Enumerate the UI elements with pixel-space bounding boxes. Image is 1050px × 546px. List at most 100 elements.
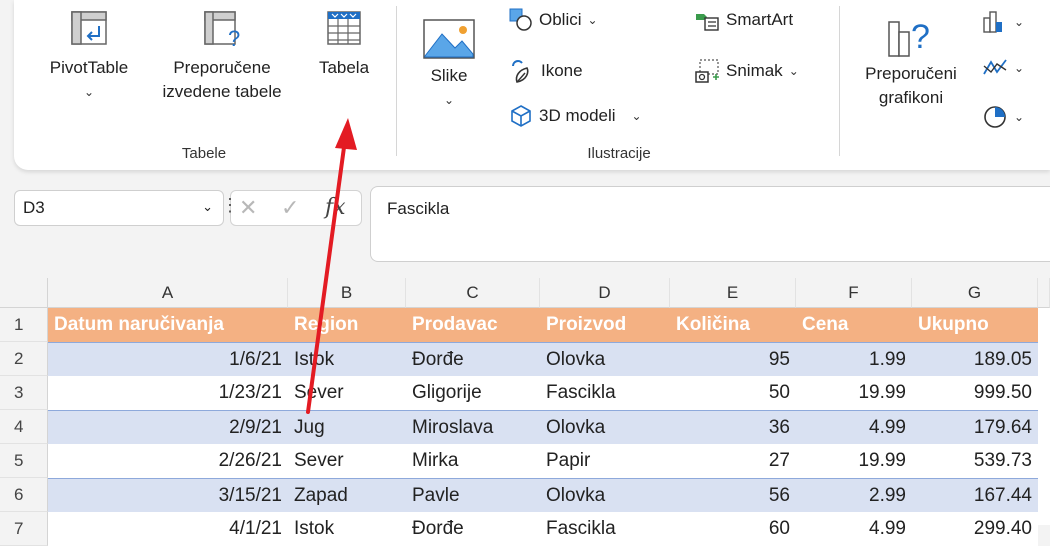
name-box[interactable]: D3 ⌄ — [14, 190, 224, 226]
table-cell[interactable]: 1/6/21 — [48, 343, 288, 377]
recommended-charts-label-2: grafikoni — [878, 88, 944, 107]
table-cell[interactable]: 179.64 — [912, 411, 1038, 445]
table-header-cell[interactable]: Cena — [796, 308, 912, 342]
3d-models-button[interactable]: 3D modeli ⌄ — [509, 104, 642, 128]
column-chart-button[interactable]: ⌄ — [982, 10, 1024, 34]
table-row: 2/9/21 Jug Miroslava Olovka 36 4.99 179.… — [48, 410, 1038, 446]
recommended-charts-label-1: Preporučeni — [865, 64, 957, 83]
table-cell[interactable]: 2.99 — [796, 479, 912, 513]
table-cell[interactable]: 4.99 — [796, 512, 912, 546]
table-cell[interactable]: 299.40 — [912, 512, 1038, 546]
column-header-f[interactable]: F — [796, 278, 912, 308]
chevron-down-icon: ⌄ — [788, 64, 799, 78]
row-header[interactable]: 3 — [0, 376, 48, 410]
column-header-next[interactable] — [1038, 278, 1050, 308]
pictures-button[interactable]: Slike ⌄ — [409, 16, 489, 112]
table-cell[interactable]: 167.44 — [912, 479, 1038, 513]
column-header-e[interactable]: E — [670, 278, 796, 308]
table-cell[interactable]: 36 — [670, 411, 796, 445]
table-cell[interactable]: Olovka — [540, 343, 670, 377]
icons-label: Ikone — [541, 61, 583, 80]
select-all-corner[interactable] — [0, 278, 48, 308]
table-cell[interactable]: Đorđe — [406, 512, 540, 546]
recommended-charts-button[interactable]: ? Preporučeni grafikoni — [856, 14, 966, 110]
table-cell[interactable]: Gligorije — [406, 376, 540, 410]
table-row: 2/26/21 Sever Mirka Papir 27 19.99 539.7… — [48, 444, 1038, 478]
enter-icon[interactable]: ✓ — [281, 195, 299, 221]
row-header[interactable]: 5 — [0, 444, 48, 478]
table-cell[interactable]: 95 — [670, 343, 796, 377]
table-cell[interactable]: 2/26/21 — [48, 444, 288, 478]
row-header[interactable]: 1 — [0, 308, 48, 342]
table-cell[interactable]: Zapad — [288, 479, 406, 513]
table-row: 1/6/21 Istok Đorđe Olovka 95 1.99 189.05 — [48, 342, 1038, 378]
table-header-cell[interactable]: Datum naručivanja — [48, 308, 288, 342]
table-cell[interactable]: 539.73 — [912, 444, 1038, 478]
table-cell[interactable]: 19.99 — [796, 376, 912, 410]
table-cell[interactable]: 50 — [670, 376, 796, 410]
more-options-icon[interactable]: ⋮ — [221, 195, 239, 216]
column-header-a[interactable]: A — [48, 278, 288, 308]
table-cell[interactable]: Istok — [288, 512, 406, 546]
table-cell[interactable]: 1.99 — [796, 343, 912, 377]
row-header[interactable]: 7 — [0, 512, 48, 546]
table-header-cell[interactable]: Region — [288, 308, 406, 342]
table-cell[interactable]: 4/1/21 — [48, 512, 288, 546]
line-chart-button[interactable]: ⌄ — [982, 56, 1024, 80]
screenshot-button[interactable]: Snimak ⌄ — [694, 58, 799, 84]
row-header[interactable]: 6 — [0, 478, 48, 512]
table-header-cell[interactable]: Ukupno — [912, 308, 1038, 342]
table-cell[interactable]: Pavle — [406, 479, 540, 513]
table-cell[interactable]: Mirka — [406, 444, 540, 478]
table-cell[interactable]: 3/15/21 — [48, 479, 288, 513]
table-cell[interactable]: Istok — [288, 343, 406, 377]
row-header[interactable]: 4 — [0, 410, 48, 444]
pivottable-icon — [71, 11, 107, 45]
table-cell[interactable]: Papir — [540, 444, 670, 478]
pivottable-button[interactable]: PivotTable ⌄ — [34, 8, 144, 104]
formula-actions: ⋮ ✕ ✓ fx — [221, 190, 362, 226]
table-cell[interactable]: 27 — [670, 444, 796, 478]
table-header-cell[interactable]: Prodavac — [406, 308, 540, 342]
chevron-down-icon: ⌄ — [443, 93, 455, 107]
table-cell[interactable]: Đorđe — [406, 343, 540, 377]
column-header-b[interactable]: B — [288, 278, 406, 308]
icons-button[interactable]: Ikone — [509, 58, 583, 84]
insert-function-icon[interactable]: fx — [325, 195, 346, 220]
column-header-g[interactable]: G — [912, 278, 1038, 308]
row-header[interactable]: 2 — [0, 342, 48, 376]
column-header-c[interactable]: C — [406, 278, 540, 308]
chevron-down-icon[interactable]: ⌄ — [202, 199, 213, 215]
table-cell[interactable]: 189.05 — [912, 343, 1038, 377]
name-box-value: D3 — [23, 198, 45, 217]
table-cell[interactable]: 999.50 — [912, 376, 1038, 410]
table-cell[interactable]: Miroslava — [406, 411, 540, 445]
svg-text:?: ? — [911, 18, 930, 56]
recommended-pivottables-button[interactable]: ? Preporučene izvedene tabele — [148, 8, 296, 104]
table-cell[interactable]: Fascikla — [540, 376, 670, 410]
table-cell[interactable]: 1/23/21 — [48, 376, 288, 410]
cancel-icon[interactable]: ✕ — [239, 195, 257, 221]
table-cell[interactable]: Sever — [288, 444, 406, 478]
table-button[interactable]: Tabela — [304, 8, 384, 80]
table-cell[interactable]: Jug — [288, 411, 406, 445]
table-label: Tabela — [318, 58, 370, 77]
smartart-button[interactable]: SmartArt — [694, 8, 793, 32]
table-cell[interactable]: 60 — [670, 512, 796, 546]
column-header-d[interactable]: D — [540, 278, 670, 308]
table-cell[interactable]: 2/9/21 — [48, 411, 288, 445]
table-header-cell[interactable]: Proizvod — [540, 308, 670, 342]
table-cell[interactable]: 56 — [670, 479, 796, 513]
table-cell[interactable]: Olovka — [540, 411, 670, 445]
table-cell[interactable]: Olovka — [540, 479, 670, 513]
shapes-button[interactable]: Oblici ⌄ — [509, 8, 598, 32]
table-cell[interactable]: Fascikla — [540, 512, 670, 546]
table-cell[interactable]: 4.99 — [796, 411, 912, 445]
formula-input[interactable]: Fascikla — [370, 186, 1050, 262]
table-cell[interactable]: Sever — [288, 376, 406, 410]
table-cell[interactable]: 19.99 — [796, 444, 912, 478]
chevron-down-icon: ⌄ — [1014, 110, 1025, 124]
table-header-cell[interactable]: Količina — [670, 308, 796, 342]
recommended-pivottables-label-1: Preporučene — [173, 58, 271, 77]
pie-chart-button[interactable]: ⌄ — [982, 104, 1024, 130]
